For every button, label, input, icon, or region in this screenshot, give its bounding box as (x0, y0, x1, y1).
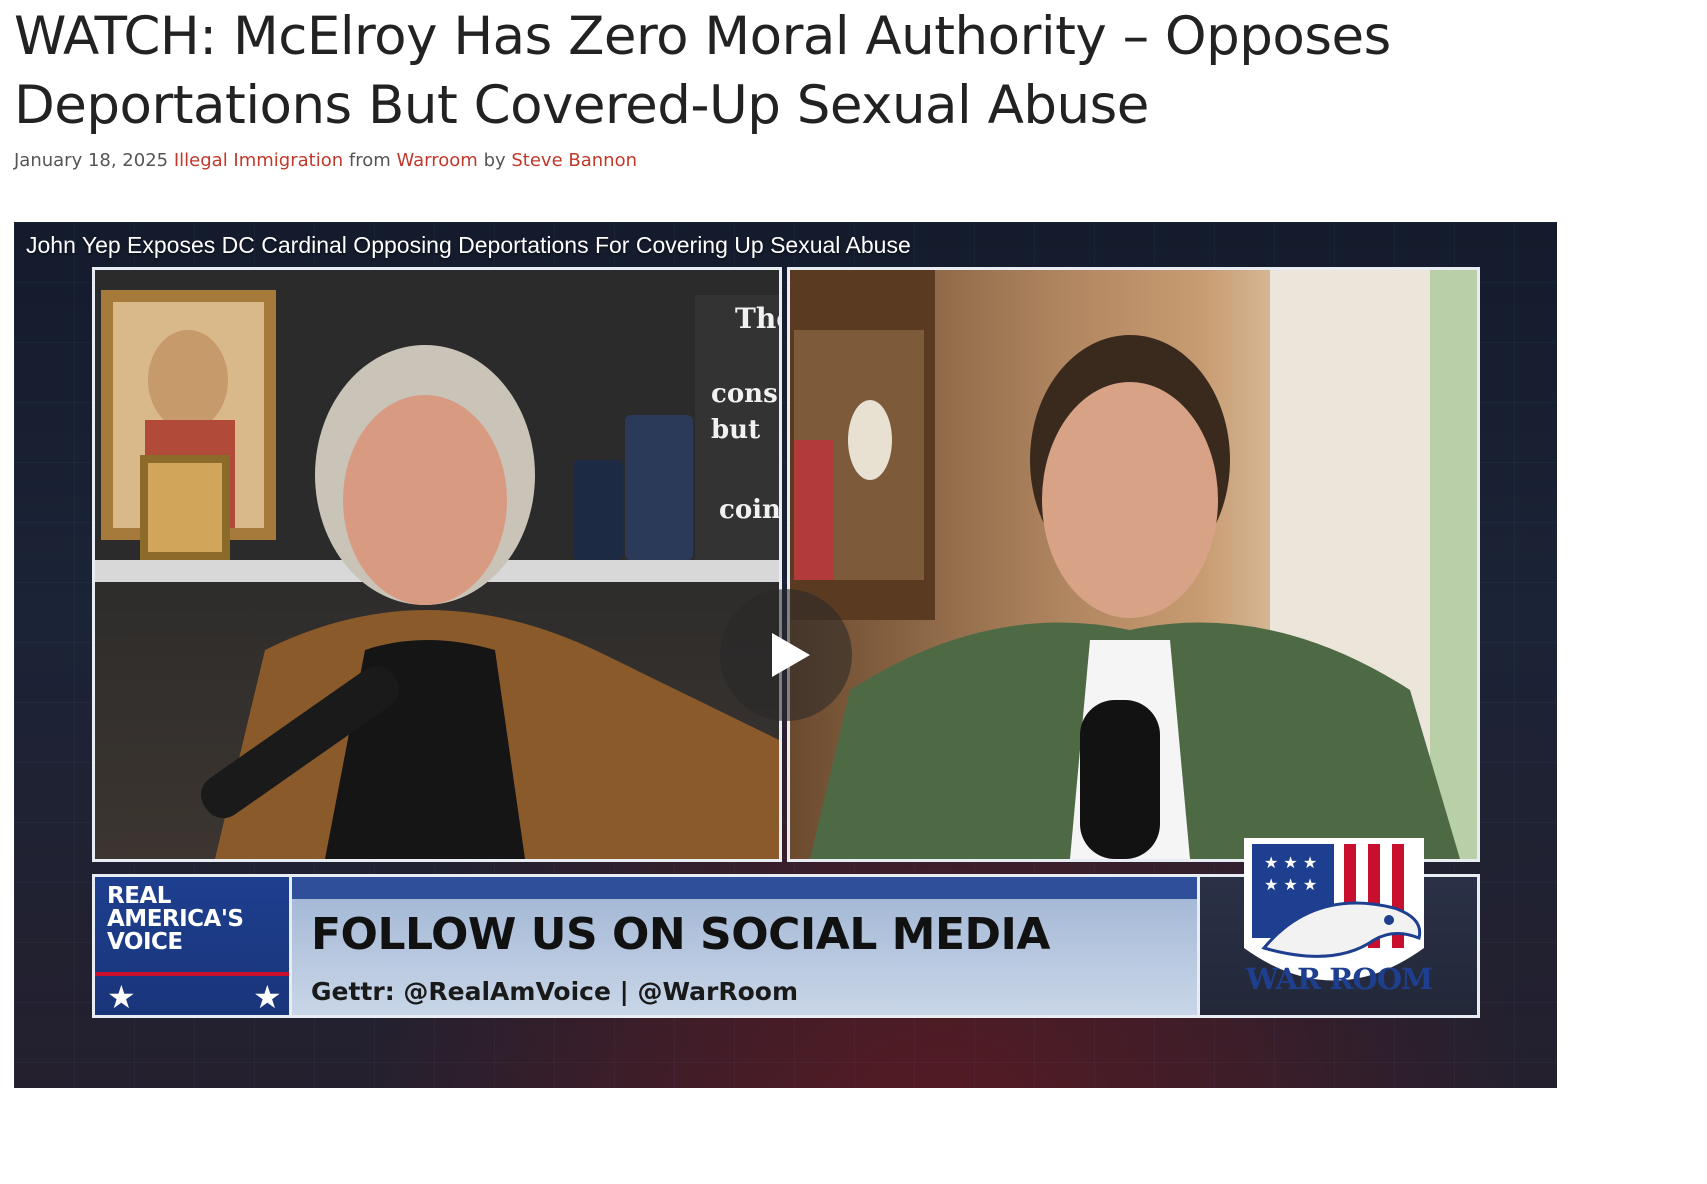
svg-text:★ ★ ★: ★ ★ ★ (1264, 853, 1317, 872)
article-title: WATCH: McElroy Has Zero Moral Authority … (14, 6, 1391, 136)
from-label: from (348, 150, 391, 171)
category-link[interactable]: Illegal Immigration (174, 150, 343, 171)
star-icon: ★ (107, 978, 136, 1016)
sign-text-line2: cons (711, 379, 778, 409)
video-pane-host: The cons but coin (92, 267, 782, 862)
sign-text-line4: coin (719, 495, 779, 525)
play-icon (772, 633, 810, 677)
banner-social-handles: Gettr: @RealAmVoice | @WarRoom (311, 977, 799, 1006)
by-label: by (483, 150, 506, 171)
logo-red-band (95, 972, 289, 976)
source-link[interactable]: Warroom (397, 150, 478, 171)
host-scene-illustration: The cons but coin (95, 270, 779, 859)
guest-scene-illustration (790, 270, 1477, 859)
article-date: January 18, 2025 (14, 150, 169, 171)
play-button[interactable] (720, 589, 852, 721)
video-player[interactable]: John Yep Exposes DC Cardinal Opposing De… (14, 222, 1557, 1088)
banner-top-strip (292, 877, 1197, 899)
war-room-logo-text: WAR ROOM (1245, 962, 1433, 996)
real-americas-voice-logo: REAL AMERICA'S VOICE ★ ★ (95, 877, 292, 1015)
sign-text-line1: The (735, 302, 779, 335)
article-meta: January 18, 2025 Illegal Immigration fro… (14, 148, 637, 174)
svg-text:★ ★ ★: ★ ★ ★ (1264, 875, 1317, 894)
author-link[interactable]: Steve Bannon (511, 150, 637, 171)
network-logo-text: REAL AMERICA'S VOICE (107, 883, 244, 955)
star-icon: ★ (253, 978, 282, 1016)
video-pane-guest (787, 267, 1480, 862)
banner-headline: FOLLOW US ON SOCIAL MEDIA (311, 909, 1050, 960)
video-title[interactable]: John Yep Exposes DC Cardinal Opposing De… (26, 232, 911, 259)
sign-text-line3: but (711, 415, 760, 445)
